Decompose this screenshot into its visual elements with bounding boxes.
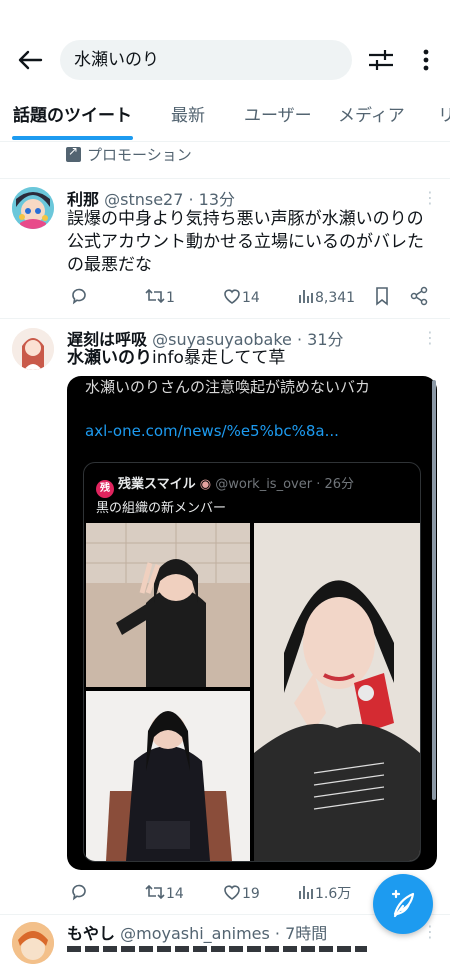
views-chart-icon: [299, 886, 313, 899]
handle-and-time[interactable]: @stnse27 · 13分: [104, 190, 235, 209]
retweet-count: 14: [166, 886, 184, 902]
reply-icon: [72, 288, 86, 305]
photo-1[interactable]: [86, 523, 250, 687]
avatar-image: [12, 328, 54, 370]
tweet-actions: 1 14 8,341: [67, 286, 437, 308]
photo-3[interactable]: [86, 691, 250, 861]
pig-emoji-icon: ◉: [195, 477, 216, 492]
tweet-text[interactable]: 水瀬いのりinfo暴走してて草: [67, 347, 437, 370]
promotion-text: プロモーション: [87, 146, 192, 164]
reply-icon: [72, 884, 86, 901]
quoted-link[interactable]: axl-one.com/news/%e5%bc%8a...: [85, 422, 339, 440]
photo-image: [254, 523, 420, 861]
avatar[interactable]: [12, 328, 54, 370]
retweet-icon: [145, 884, 165, 900]
arrow-left-icon: [18, 50, 43, 70]
retweet-icon: [145, 288, 165, 304]
scrollbar[interactable]: [432, 380, 436, 800]
back-button[interactable]: [14, 44, 46, 76]
tab-media[interactable]: メディア: [338, 98, 405, 142]
like-button[interactable]: 19: [222, 882, 260, 904]
tab-lists[interactable]: リ: [438, 98, 450, 142]
active-tab-indicator: [12, 136, 133, 140]
tweet-text-line: の最悪だな: [67, 255, 152, 275]
search-tabs: 話題のツイート 最新 ユーザー メディア リ: [0, 98, 450, 142]
views-button[interactable]: 8,341: [297, 286, 355, 308]
like-button[interactable]: 14: [222, 286, 260, 308]
tab-latest[interactable]: 最新: [171, 98, 205, 142]
divider: [0, 318, 450, 319]
filter-button[interactable]: [366, 46, 396, 74]
photo-image: [86, 691, 250, 861]
inner-avatar-badge: 残: [96, 480, 114, 498]
tweet-text-line: 公式アカウント動かせる立場にいるのがバレた: [67, 232, 424, 252]
tweet-text-clipped: [67, 944, 367, 952]
tweet-text-rest: info暴走してて草: [152, 348, 286, 368]
views-button[interactable]: 1.6万: [297, 882, 351, 904]
inner-quoted-tweet[interactable]: 残残業スマイル ◉ @work_is_over · 26分 黒の組織の新メンバー: [83, 462, 421, 862]
retweet-count: 1: [166, 290, 175, 306]
tweet-header: もやし @moyashi_animes · 7時間: [67, 920, 327, 944]
display-name[interactable]: もやし: [67, 924, 115, 943]
quoted-text: 水瀬いのりさんの注意喚起が読めないバカ: [85, 378, 371, 396]
sliders-icon: [369, 50, 393, 70]
bookmark-button[interactable]: [373, 286, 391, 308]
share-button[interactable]: [409, 286, 429, 308]
like-count: 14: [242, 290, 260, 306]
display-name[interactable]: 利那: [67, 190, 99, 209]
promotion-label[interactable]: プロモーション: [66, 144, 192, 168]
tweet-more-button[interactable]: ⋮: [422, 188, 438, 208]
compose-button[interactable]: [373, 874, 433, 934]
like-count: 19: [242, 886, 260, 902]
inner-tweet-text: 黒の組織の新メンバー: [96, 501, 227, 516]
avatar[interactable]: [12, 187, 54, 229]
more-options-button[interactable]: [414, 46, 438, 74]
retweet-button[interactable]: 1: [144, 286, 175, 308]
tweet-text-line: 誤爆の中身より気持ち悪い声豚が水瀬いのりの: [67, 209, 424, 229]
more-vertical-icon: [423, 49, 429, 71]
avatar-image: [12, 922, 54, 964]
tweet-more-button[interactable]: ⋮: [422, 328, 438, 348]
tweet-text-highlight: 水瀬いのり: [67, 348, 152, 368]
search-input[interactable]: 水瀬いのり: [60, 40, 352, 80]
tweet-text[interactable]: 誤爆の中身より気持ち悪い声豚が水瀬いのりの 公式アカウント動かせる立場にいるのが…: [67, 208, 437, 277]
quoted-media-card[interactable]: 水瀬いのりさんの注意喚起が読めないバカ axl-one.com/news/%e5…: [67, 376, 437, 870]
share-icon: [410, 286, 428, 306]
reply-button[interactable]: [69, 882, 89, 904]
tab-people[interactable]: ユーザー: [244, 98, 312, 142]
view-count: 8,341: [315, 290, 356, 306]
promoted-icon: [66, 144, 81, 162]
avatar[interactable]: [12, 922, 54, 964]
tweet-header: 利那 @stnse27 · 13分: [67, 186, 235, 210]
view-count: 1.6万: [315, 886, 352, 902]
heart-icon: [224, 885, 240, 900]
handle-and-time[interactable]: @moyashi_animes · 7時間: [120, 924, 327, 943]
bookmark-icon: [376, 287, 388, 306]
photo-image: [86, 523, 250, 687]
top-bar: 水瀬いのり: [0, 0, 450, 98]
views-chart-icon: [299, 290, 313, 303]
inner-display-name: 残業スマイル: [118, 477, 196, 492]
avatar-image: [12, 187, 54, 229]
photo-2[interactable]: [254, 523, 420, 861]
divider: [0, 178, 450, 179]
heart-icon: [224, 289, 240, 304]
inner-handle-and-time: @work_is_over · 26分: [215, 477, 355, 492]
reply-button[interactable]: [69, 286, 89, 308]
compose-feather-icon: [391, 889, 415, 918]
retweet-button[interactable]: 14: [144, 882, 184, 904]
inner-tweet-header: 残残業スマイル ◉ @work_is_over · 26分: [96, 473, 354, 498]
